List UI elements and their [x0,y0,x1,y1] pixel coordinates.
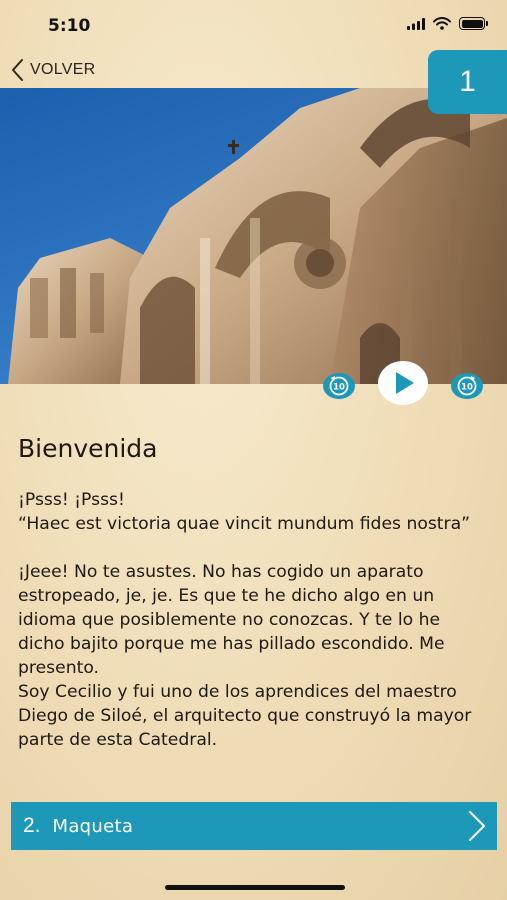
wifi-icon [433,17,451,30]
status-icons [407,17,488,30]
chevron-right-icon [469,811,485,841]
status-time: 5:10 [48,16,91,36]
status-bar: 5:10 [0,0,507,50]
svg-text:10: 10 [333,383,345,393]
hero-image [0,88,507,384]
play-icon [378,361,428,405]
text-paragraph: ¡Jeee! No te asustes. No has cogido un a… [18,562,445,678]
stop-number-badge: 1 [428,50,507,114]
forward-10-button[interactable]: 10 [450,372,484,404]
signal-icon [407,17,425,30]
text-line: “Haec est victoria quae vincit mundum fi… [18,514,471,534]
page-title: Bienvenida [18,434,158,463]
svg-text:10: 10 [461,383,473,393]
rewind-10-icon: 10 [323,373,355,399]
text-line: ¡Psss! ¡Psss! [18,490,125,510]
rewind-10-button[interactable]: 10 [322,372,356,404]
play-button[interactable] [377,360,429,410]
next-section-button[interactable]: 2. Maqueta [11,802,497,850]
home-indicator [165,885,345,890]
next-section-title: Maqueta [52,815,134,837]
back-label: VOLVER [30,61,96,78]
chevron-left-icon [12,59,23,81]
forward-10-icon: 10 [451,373,483,399]
battery-icon [459,17,488,30]
next-section-number: 2. [23,814,41,837]
body-text: ¡Psss! ¡Psss! “Haec est victoria quae vi… [18,488,488,752]
cathedral-image [0,88,507,384]
back-button[interactable]: VOLVER [10,57,96,83]
audio-controls: 10 10 [0,360,507,410]
text-paragraph: Soy Cecilio y fui uno de los aprendices … [18,682,472,750]
